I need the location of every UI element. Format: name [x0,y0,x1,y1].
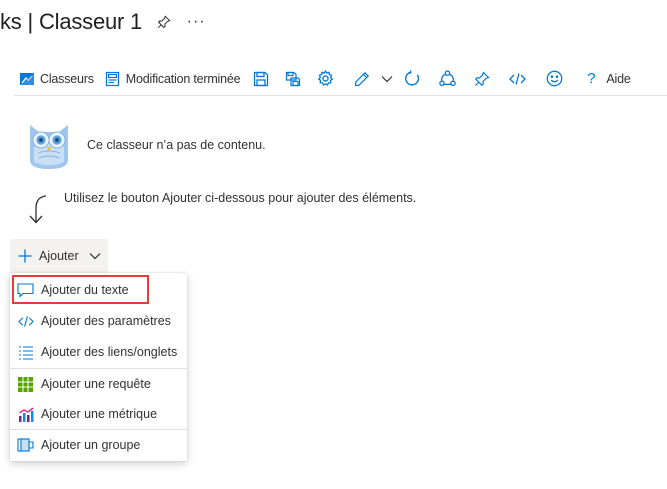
menu-item-label: Ajouter une métrique [41,407,158,421]
refresh-button[interactable] [399,64,425,94]
save-button[interactable] [248,64,274,94]
settings-icon [317,70,334,86]
code-icon [508,72,526,85]
edit-button[interactable] [349,64,375,94]
owl-illustration [30,125,68,169]
refresh-icon [404,70,420,86]
parameters-icon [17,313,34,330]
menu-item-add-links[interactable]: Ajouter des liens/onglets [10,337,187,367]
empty-message: Ce classeur n’a pas de contenu. [87,138,266,152]
add-menu: Ajouter du texte Ajouter des paramètres … [10,273,187,461]
group-icon [17,437,34,454]
highlight-box [12,275,149,304]
code-button[interactable] [504,64,530,94]
add-hint-text: Utilisez le bouton Ajouter ci-dessous po… [64,191,417,205]
help-label: Aide [606,71,631,86]
help-icon: ? [587,70,596,87]
done-editing-button[interactable]: Modification terminée [100,64,245,94]
save-icon [254,71,269,86]
settings-button[interactable] [312,64,338,94]
add-button-label: Ajouter [39,249,79,263]
curved-arrow-icon [29,195,47,224]
plus-icon [18,249,32,263]
query-grid-icon [17,376,34,393]
title-bar: ks | Classeur 1 ··· [0,4,208,40]
feedback-icon [546,70,563,87]
workbooks-icon [18,70,36,88]
menu-item-add-group[interactable]: Ajouter un groupe [10,430,187,460]
chevron-down-icon [89,252,101,260]
pin-to-dashboard-button[interactable] [469,64,495,94]
save-as-icon [286,71,301,86]
page-title: ks | Classeur 1 [0,9,143,34]
add-button[interactable]: Ajouter [10,239,108,273]
menu-item-add-metric[interactable]: Ajouter une métrique [10,399,187,429]
feedback-button[interactable] [541,64,567,94]
workbooks-button[interactable]: Classeurs [14,64,98,94]
done-editing-label: Modification terminée [125,71,241,86]
empty-state: Ce classeur n’a pas de contenu. [24,120,266,170]
edit-dropdown-button[interactable] [379,64,395,94]
help-button[interactable]: ? Aide [578,64,634,94]
pin-icon [475,70,490,86]
chevron-down-icon [381,75,393,82]
toolbar: Classeurs Modification terminée ? Aide [14,62,667,96]
menu-item-label: Ajouter des paramètres [41,314,171,328]
menu-item-label: Ajouter des liens/onglets [41,345,178,359]
links-icon [17,344,34,361]
menu-item-label: Ajouter un groupe [41,438,141,452]
menu-item-label: Ajouter une requête [41,377,151,391]
share-button[interactable] [434,64,460,94]
save-as-button[interactable] [280,64,306,94]
metric-chart-icon [17,406,34,423]
menu-item-add-query[interactable]: Ajouter une requête [10,369,187,399]
edit-icon [355,71,370,86]
workbooks-label: Classeurs [40,71,94,86]
menu-item-add-parameters[interactable]: Ajouter des paramètres [10,306,187,336]
pin-icon[interactable] [152,10,176,34]
share-icon [439,70,456,87]
more-options-button[interactable]: ··· [184,10,208,34]
done-editing-icon [104,70,122,88]
